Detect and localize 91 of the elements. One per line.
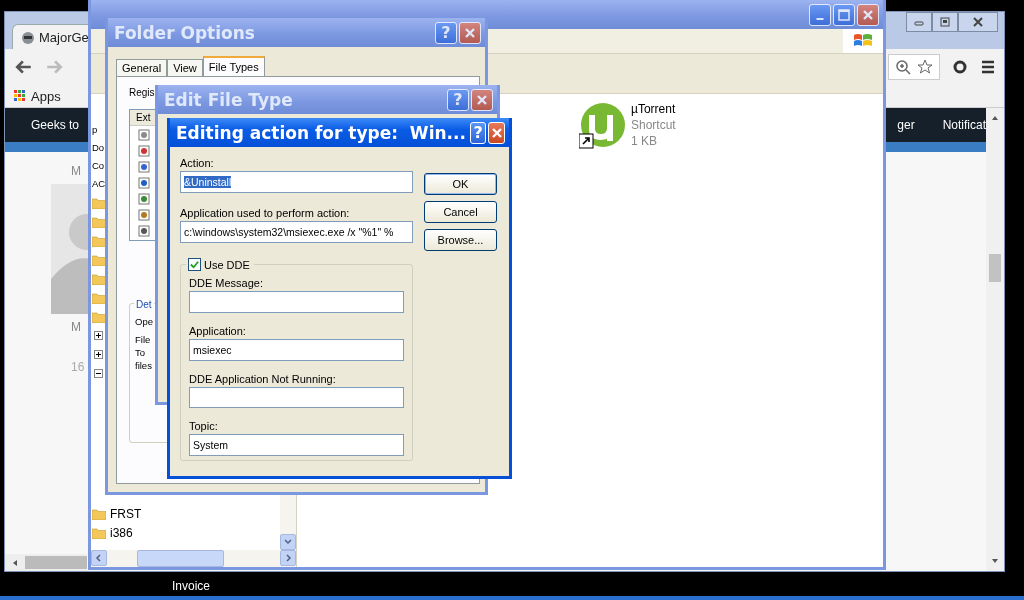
tab[interactable]: General — [116, 59, 168, 76]
folder-icon[interactable] — [92, 215, 106, 228]
dialog-button[interactable]: OK — [424, 173, 497, 195]
nav-link[interactable]: Notificat — [942, 118, 986, 132]
nav-link[interactable]: ger — [897, 118, 915, 132]
scroll-up-icon[interactable] — [991, 114, 999, 122]
scroll-right-icon[interactable] — [284, 554, 292, 562]
expand-icon[interactable] — [94, 350, 103, 359]
folder-icon[interactable] — [92, 310, 106, 323]
zoom-icon[interactable] — [895, 59, 911, 75]
details-text: To — [135, 346, 146, 359]
restore-icon — [939, 16, 951, 28]
minimize-icon — [816, 17, 824, 20]
bookmark-link[interactable]: Apps — [31, 88, 61, 104]
tree-item[interactable]: i386 — [110, 525, 133, 540]
details-text: files — [135, 359, 152, 372]
scroll-down-icon[interactable] — [991, 557, 999, 565]
details-text: File — [135, 333, 151, 346]
window-title: Editing action for type: Win... — [176, 122, 466, 143]
back-icon[interactable] — [15, 58, 33, 76]
scroll-down-icon[interactable] — [284, 538, 292, 546]
tree-item[interactable]: p — [92, 121, 98, 139]
profile-text: 16 — [71, 360, 85, 374]
profile-text: M — [71, 320, 81, 334]
tab[interactable]: View — [167, 59, 203, 76]
folder-icon[interactable] — [92, 253, 106, 266]
tree-item[interactable]: AC — [92, 175, 106, 193]
expand-icon[interactable] — [94, 331, 103, 340]
text-field[interactable]: &Uninstall — [180, 171, 413, 193]
maximize-icon — [837, 7, 851, 22]
tree-item[interactable]: Co — [92, 157, 105, 175]
close-icon — [463, 25, 477, 40]
field-label: Application: — [189, 324, 247, 337]
window-title: Folder Options — [114, 22, 255, 43]
text-field[interactable]: msiexec — [189, 338, 404, 361]
tree-item[interactable]: FRST — [110, 506, 142, 521]
field-label: DDE Application Not Running: — [189, 372, 337, 385]
field-label: Application used to perform action: — [180, 207, 351, 219]
torrent-shortcut-icon — [579, 101, 625, 149]
address-bar[interactable] — [888, 54, 940, 80]
tab[interactable]: File Types — [202, 56, 265, 76]
scroll-left-icon[interactable] — [95, 554, 103, 562]
restore-button[interactable] — [932, 12, 958, 32]
checkbox[interactable] — [188, 258, 201, 271]
file-type-icon — [138, 225, 150, 237]
close-icon — [972, 16, 984, 28]
close-icon — [489, 125, 504, 140]
group-legend: Det — [134, 299, 154, 310]
apps-grid-icon[interactable] — [14, 90, 26, 102]
close-button[interactable] — [958, 12, 998, 32]
text-field[interactable]: System — [189, 434, 404, 456]
help-button[interactable]: ? — [469, 121, 487, 144]
tree-item[interactable]: Do — [92, 139, 105, 157]
folder-icon — [92, 526, 106, 539]
folder-icon[interactable] — [92, 234, 106, 247]
text-field[interactable] — [189, 291, 404, 313]
file-type-icon — [138, 145, 150, 157]
profile-text: M — [71, 164, 81, 178]
horizontal-scrollbar[interactable] — [5, 554, 87, 571]
mascot-icon — [21, 30, 35, 45]
ring-icon[interactable] — [952, 59, 968, 75]
text-field[interactable] — [189, 386, 404, 409]
window-title: Edit File Type — [164, 89, 293, 110]
horizontal-scrollbar[interactable] — [91, 550, 296, 567]
star-icon[interactable] — [917, 59, 933, 75]
file-type-icon — [138, 129, 150, 141]
field-label: DDE Message: — [189, 277, 264, 289]
close-icon — [475, 92, 489, 107]
dialog-button[interactable]: Cancel — [424, 201, 497, 223]
close-icon — [861, 7, 875, 22]
folder-icon — [92, 507, 106, 520]
list-label: Regis — [129, 87, 155, 98]
file-type-icon — [138, 161, 150, 173]
dialog-button[interactable]: Browse... — [424, 229, 497, 251]
folder-icon[interactable] — [92, 291, 106, 304]
text-field[interactable]: c:\windows\system32\msiexec.exe /x "%1" % — [180, 221, 413, 243]
field-label: Topic: — [189, 420, 219, 433]
nav-link[interactable]: Geeks to — [31, 118, 80, 132]
folder-icon[interactable] — [92, 272, 106, 285]
menu-icon[interactable] — [980, 59, 996, 75]
desktop-icon-label: Invoice — [172, 579, 211, 593]
field-label: Action: — [180, 157, 215, 169]
file-type-icon — [138, 193, 150, 205]
details-text: Ope — [135, 316, 153, 327]
scroll-left-icon[interactable] — [11, 558, 19, 567]
file-type-icon — [138, 209, 150, 221]
file-item[interactable]: µTorrent Shortcut 1 KB — [579, 101, 883, 149]
collapse-icon[interactable] — [94, 369, 103, 378]
folder-icon[interactable] — [92, 196, 106, 209]
scrollbar-thumb[interactable] — [989, 254, 1001, 282]
file-type-icon — [138, 177, 150, 189]
